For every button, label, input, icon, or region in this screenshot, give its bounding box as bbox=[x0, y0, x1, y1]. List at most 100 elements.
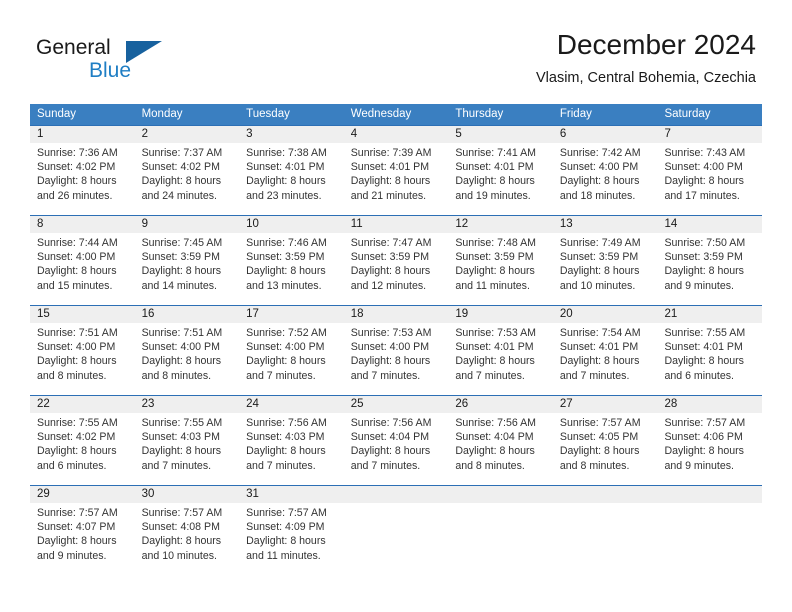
day-number[interactable]: 13 bbox=[553, 216, 658, 233]
day-cell[interactable]: Sunrise: 7:37 AM Sunset: 4:02 PM Dayligh… bbox=[135, 143, 240, 215]
day-cell[interactable]: Sunrise: 7:57 AM Sunset: 4:07 PM Dayligh… bbox=[30, 503, 135, 575]
day-cell[interactable]: Sunrise: 7:55 AM Sunset: 4:03 PM Dayligh… bbox=[135, 413, 240, 485]
day-cell[interactable]: Sunrise: 7:55 AM Sunset: 4:02 PM Dayligh… bbox=[30, 413, 135, 485]
day-cell[interactable]: Sunrise: 7:56 AM Sunset: 4:04 PM Dayligh… bbox=[344, 413, 449, 485]
daylight-text-line2: and 18 minutes. bbox=[559, 189, 636, 202]
sunrise-text: Sunrise: 7:37 AM bbox=[141, 147, 223, 159]
sunset-text: Sunset: 4:00 PM bbox=[559, 161, 639, 174]
sunset-text: Sunset: 3:59 PM bbox=[246, 251, 325, 264]
daylight-text-line1: Daylight: 8 hours bbox=[246, 535, 326, 548]
day-cell[interactable]: Sunrise: 7:42 AM Sunset: 4:00 PM Dayligh… bbox=[553, 143, 658, 215]
day-cell[interactable]: Sunrise: 7:52 AM Sunset: 4:00 PM Dayligh… bbox=[239, 323, 344, 395]
sunset-text: Sunset: 4:00 PM bbox=[37, 251, 116, 264]
day-number[interactable]: 30 bbox=[135, 486, 240, 503]
day-number[interactable]: 29 bbox=[30, 486, 135, 503]
daylight-text-line1: Daylight: 8 hours bbox=[559, 445, 640, 458]
day-number[interactable]: 17 bbox=[239, 306, 344, 323]
day-cell[interactable]: Sunrise: 7:57 AM Sunset: 4:05 PM Dayligh… bbox=[553, 413, 658, 485]
daylight-text-line2: and 9 minutes. bbox=[664, 459, 734, 472]
day-cell[interactable]: Sunrise: 7:53 AM Sunset: 4:01 PM Dayligh… bbox=[448, 323, 553, 395]
day-cell[interactable]: Sunrise: 7:38 AM Sunset: 4:01 PM Dayligh… bbox=[239, 143, 344, 215]
day-cell[interactable]: Sunrise: 7:51 AM Sunset: 4:00 PM Dayligh… bbox=[30, 323, 135, 395]
day-number[interactable]: 12 bbox=[448, 216, 553, 233]
day-number[interactable]: 5 bbox=[448, 126, 553, 143]
day-cell[interactable]: Sunrise: 7:56 AM Sunset: 4:04 PM Dayligh… bbox=[448, 413, 553, 485]
day-number[interactable]: 1 bbox=[30, 126, 135, 143]
daylight-text-line1: Daylight: 8 hours bbox=[559, 175, 640, 188]
day-cell[interactable]: Sunrise: 7:44 AM Sunset: 4:00 PM Dayligh… bbox=[30, 233, 135, 305]
daylight-text-line2: and 21 minutes. bbox=[350, 189, 427, 202]
day-cell[interactable]: Sunrise: 7:51 AM Sunset: 4:00 PM Dayligh… bbox=[135, 323, 240, 395]
day-number[interactable]: 21 bbox=[657, 306, 762, 323]
day-number[interactable]: 16 bbox=[135, 306, 240, 323]
day-cell[interactable]: Sunrise: 7:50 AM Sunset: 3:59 PM Dayligh… bbox=[657, 233, 762, 305]
day-cell[interactable]: Sunrise: 7:45 AM Sunset: 3:59 PM Dayligh… bbox=[135, 233, 240, 305]
day-number[interactable]: 2 bbox=[135, 126, 240, 143]
daylight-text-line2: and 26 minutes. bbox=[37, 189, 113, 202]
day-cell[interactable]: Sunrise: 7:46 AM Sunset: 3:59 PM Dayligh… bbox=[239, 233, 344, 305]
sunset-text: Sunset: 4:01 PM bbox=[350, 161, 430, 174]
day-number[interactable]: 15 bbox=[30, 306, 135, 323]
daylight-text-line1: Daylight: 8 hours bbox=[37, 535, 117, 548]
weekday-header-sunday: Sunday bbox=[37, 108, 77, 120]
sunset-text: Sunset: 4:00 PM bbox=[246, 341, 325, 354]
day-number[interactable]: 24 bbox=[239, 396, 344, 413]
day-cell[interactable]: Sunrise: 7:47 AM Sunset: 3:59 PM Dayligh… bbox=[344, 233, 449, 305]
day-number[interactable]: 19 bbox=[448, 306, 553, 323]
day-cell[interactable]: Sunrise: 7:48 AM Sunset: 3:59 PM Dayligh… bbox=[448, 233, 553, 305]
sunrise-text: Sunrise: 7:54 AM bbox=[559, 327, 641, 339]
weekday-header-thursday: Thursday bbox=[455, 108, 504, 120]
sunrise-text: Sunrise: 7:57 AM bbox=[37, 507, 118, 519]
day-number[interactable]: 14 bbox=[657, 216, 762, 233]
sunrise-text: Sunrise: 7:45 AM bbox=[141, 237, 223, 249]
daylight-text-line1: Daylight: 8 hours bbox=[246, 175, 326, 188]
day-cell[interactable]: Sunrise: 7:57 AM Sunset: 4:06 PM Dayligh… bbox=[657, 413, 762, 485]
sunset-text: Sunset: 4:09 PM bbox=[246, 521, 325, 534]
day-cell[interactable]: Sunrise: 7:57 AM Sunset: 4:09 PM Dayligh… bbox=[239, 503, 344, 575]
day-number[interactable]: 9 bbox=[135, 216, 240, 233]
day-cell[interactable]: Sunrise: 7:36 AM Sunset: 4:02 PM Dayligh… bbox=[30, 143, 135, 215]
sunrise-text: Sunrise: 7:57 AM bbox=[664, 417, 746, 429]
day-number-empty bbox=[448, 486, 553, 503]
day-cell[interactable]: Sunrise: 7:57 AM Sunset: 4:08 PM Dayligh… bbox=[135, 503, 240, 575]
day-cell[interactable]: Sunrise: 7:56 AM Sunset: 4:03 PM Dayligh… bbox=[239, 413, 344, 485]
day-number[interactable]: 28 bbox=[657, 396, 762, 413]
day-cell[interactable]: Sunrise: 7:49 AM Sunset: 3:59 PM Dayligh… bbox=[553, 233, 658, 305]
day-number[interactable]: 10 bbox=[239, 216, 344, 233]
day-number[interactable]: 25 bbox=[344, 396, 449, 413]
day-number[interactable]: 26 bbox=[448, 396, 553, 413]
daylight-text-line1: Daylight: 8 hours bbox=[141, 535, 222, 548]
day-cell[interactable]: Sunrise: 7:39 AM Sunset: 4:01 PM Dayligh… bbox=[344, 143, 449, 215]
day-number[interactable]: 31 bbox=[239, 486, 344, 503]
sunset-text: Sunset: 3:59 PM bbox=[664, 251, 743, 264]
daylight-text-line2: and 6 minutes. bbox=[664, 369, 734, 382]
day-number[interactable]: 6 bbox=[553, 126, 658, 143]
day-cell[interactable]: Sunrise: 7:41 AM Sunset: 4:01 PM Dayligh… bbox=[448, 143, 553, 215]
day-number[interactable]: 4 bbox=[344, 126, 449, 143]
day-number[interactable]: 18 bbox=[344, 306, 449, 323]
day-cell[interactable]: Sunrise: 7:54 AM Sunset: 4:01 PM Dayligh… bbox=[553, 323, 658, 395]
calendar-week-row: 15 16 17 18 19 20 21 Sunrise: 7:51 AM Su… bbox=[30, 305, 762, 395]
day-number[interactable]: 3 bbox=[239, 126, 344, 143]
day-number[interactable]: 23 bbox=[135, 396, 240, 413]
day-number[interactable]: 27 bbox=[553, 396, 658, 413]
brand-logo[interactable]: General Blue bbox=[36, 36, 236, 88]
day-number[interactable]: 20 bbox=[553, 306, 658, 323]
day-number[interactable]: 8 bbox=[30, 216, 135, 233]
daylight-text-line1: Daylight: 8 hours bbox=[246, 445, 326, 458]
day-cell[interactable]: Sunrise: 7:55 AM Sunset: 4:01 PM Dayligh… bbox=[657, 323, 762, 395]
weekday-header-friday: Friday bbox=[559, 108, 592, 120]
week-detail-band: Sunrise: 7:44 AM Sunset: 4:00 PM Dayligh… bbox=[30, 233, 762, 305]
day-number[interactable]: 11 bbox=[344, 216, 449, 233]
day-number-empty bbox=[553, 486, 658, 503]
daylight-text-line2: and 7 minutes. bbox=[455, 369, 525, 382]
day-number[interactable]: 22 bbox=[30, 396, 135, 413]
daylight-text-line2: and 11 minutes. bbox=[246, 549, 321, 562]
sunset-text: Sunset: 4:00 PM bbox=[664, 161, 743, 174]
day-number[interactable]: 7 bbox=[657, 126, 762, 143]
day-cell[interactable]: Sunrise: 7:53 AM Sunset: 4:00 PM Dayligh… bbox=[344, 323, 449, 395]
daylight-text-line2: and 7 minutes. bbox=[141, 459, 212, 472]
sunset-text: Sunset: 4:07 PM bbox=[37, 521, 116, 534]
week-date-band: 1 2 3 4 5 6 7 bbox=[30, 126, 762, 143]
day-cell[interactable]: Sunrise: 7:43 AM Sunset: 4:00 PM Dayligh… bbox=[657, 143, 762, 215]
